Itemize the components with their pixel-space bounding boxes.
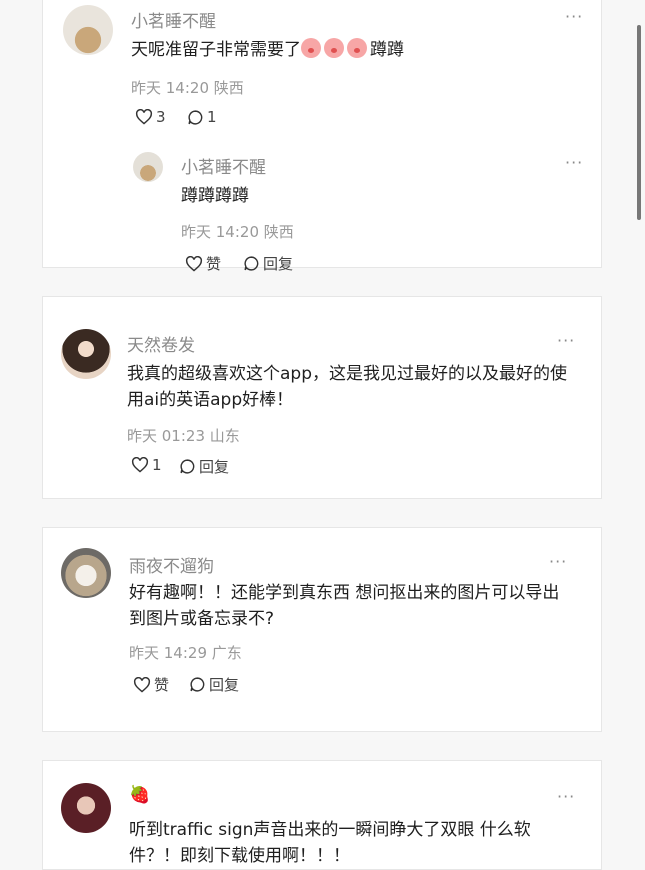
reply-button[interactable]: 回复 — [189, 674, 239, 695]
heart-outline-icon — [135, 109, 153, 125]
reply-like-button[interactable]: 赞 — [185, 253, 221, 274]
more-options-icon[interactable]: ··· — [565, 7, 583, 26]
like-count: 3 — [156, 108, 166, 126]
like-button[interactable]: 1 — [131, 456, 162, 474]
like-count: 1 — [152, 456, 162, 474]
avatar[interactable] — [61, 783, 111, 833]
pig-face-emoji-icon — [301, 38, 321, 58]
reply-reply-button[interactable]: 回复 — [243, 253, 293, 274]
comment-author[interactable]: 天然卷发 — [127, 331, 195, 356]
speech-bubble-icon — [244, 256, 259, 271]
comment-author[interactable]: 🍓 — [129, 785, 150, 805]
reply-text: 蹲蹲蹲蹲 — [181, 186, 249, 206]
comment-meta: 昨天 01:23 山东 — [127, 427, 240, 445]
heart-outline-icon — [185, 255, 203, 272]
reply-avatar[interactable] — [133, 152, 163, 182]
reply-label: 回复 — [209, 676, 240, 694]
more-options-icon[interactable]: ··· — [549, 552, 567, 571]
comment-card: 🍓 ··· 听到traffic sign声音出来的一瞬间睁大了双眼 什么软件？！… — [42, 760, 602, 870]
comment-text: 听到traffic sign声音出来的一瞬间睁大了双眼 什么软件？！即刻下载使用… — [129, 820, 531, 866]
speech-bubble-icon — [190, 677, 205, 692]
reply-author[interactable]: 小茗睡不醒 — [181, 153, 266, 178]
like-label: 赞 — [206, 255, 222, 273]
speech-bubble-icon — [180, 459, 195, 474]
pig-face-emoji-icon — [324, 38, 344, 58]
comment-text: 好有趣啊！！还能学到真东西 想问抠出来的图片可以导出到图片或备忘录不? — [129, 583, 560, 629]
reply-count: 1 — [207, 108, 217, 126]
reply-label: 回复 — [263, 255, 294, 273]
like-button[interactable]: 赞 — [133, 674, 169, 695]
pig-face-emoji-icon — [347, 38, 367, 58]
comment-text-suffix: 蹲蹲 — [370, 40, 404, 60]
like-button[interactable]: 3 — [135, 108, 166, 126]
reply-meta: 昨天 14:20 陕西 — [181, 223, 294, 241]
comment-meta: 昨天 14:20 陕西 — [131, 79, 244, 97]
comment-author[interactable]: 小茗睡不醒 — [131, 7, 216, 32]
more-options-icon[interactable]: ··· — [565, 153, 583, 172]
comment-meta: 昨天 14:29 广东 — [129, 644, 242, 662]
comment-text: 我真的超级喜欢这个app，这是我见过最好的以及最好的使用ai的英语app好棒！ — [127, 364, 567, 410]
avatar[interactable] — [61, 329, 111, 379]
reply-button[interactable]: 回复 — [179, 456, 229, 477]
more-options-icon[interactable]: ··· — [557, 331, 575, 350]
more-options-icon[interactable]: ··· — [557, 787, 575, 806]
reply-button[interactable]: 1 — [187, 108, 217, 126]
avatar[interactable] — [63, 5, 113, 55]
comment-author[interactable]: 雨夜不遛狗 — [129, 552, 214, 577]
comment-card: 天然卷发 ··· 我真的超级喜欢这个app，这是我见过最好的以及最好的使用ai的… — [42, 296, 602, 499]
heart-outline-icon — [133, 676, 151, 693]
comment-card: 雨夜不遛狗 ··· 好有趣啊！！还能学到真东西 想问抠出来的图片可以导出到图片或… — [42, 527, 602, 732]
comment-card: 小茗睡不醒 ··· 天呢准留子非常需要了 蹲蹲 昨天 14:20 陕西 3 1 小… — [42, 0, 602, 273]
comment-text: 天呢准留子非常需要了 蹲蹲 — [131, 37, 571, 63]
like-label: 赞 — [154, 676, 170, 694]
scrollbar[interactable] — [637, 25, 641, 220]
heart-outline-icon — [131, 457, 149, 473]
avatar[interactable] — [61, 548, 111, 598]
comment-text-body: 天呢准留子非常需要了 — [131, 40, 301, 60]
reply-label: 回复 — [199, 458, 230, 476]
speech-bubble-icon — [188, 109, 203, 125]
